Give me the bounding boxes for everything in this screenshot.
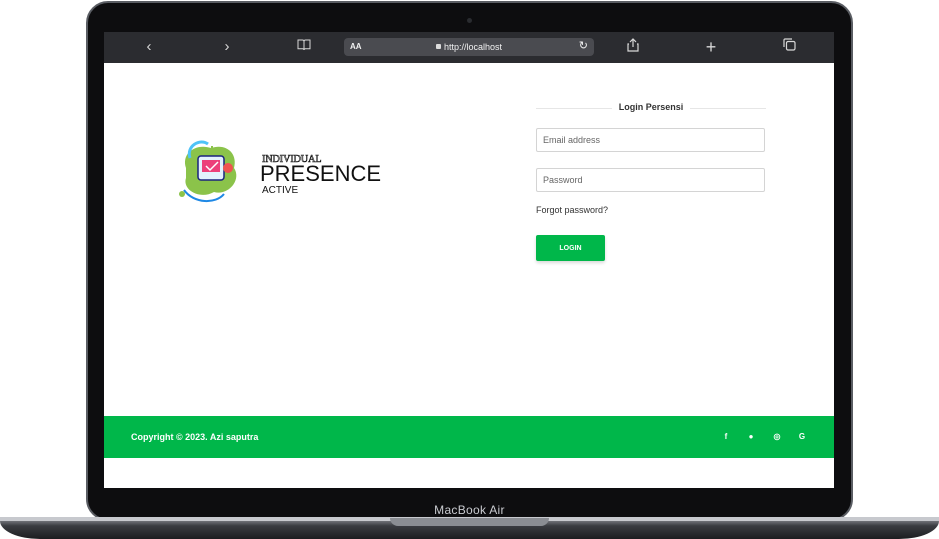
whatsapp-icon[interactable]: ◎: [770, 430, 784, 444]
logo-line-2: PRESENCE: [260, 161, 381, 186]
tabs-icon[interactable]: [781, 38, 797, 56]
laptop-notch: [390, 518, 549, 526]
login-title: Login Persensi: [618, 102, 684, 112]
app-logo: INDIVIDUAL PRESENCE ACTIVE: [176, 138, 396, 208]
chevron-right-icon[interactable]: ›: [220, 38, 234, 56]
github-icon[interactable]: ●: [744, 430, 758, 444]
browser-toolbar: ‹ › AA http://localhost ↻ +: [104, 32, 834, 63]
camera: [467, 18, 472, 23]
email-field[interactable]: [536, 128, 765, 152]
google-icon[interactable]: G: [795, 430, 809, 444]
copyright-text: Copyright © 2023. Azi saputra: [131, 432, 259, 442]
login-heading: Login Persensi: [536, 102, 766, 114]
password-field[interactable]: [536, 168, 765, 192]
forgot-password-link[interactable]: Forgot password?: [536, 205, 608, 215]
logo-line-3: ACTIVE: [262, 185, 298, 196]
page-footer: Copyright © 2023. Azi saputra f ● ◎ G: [104, 416, 834, 458]
url-text: http://localhost: [443, 42, 503, 52]
address-bar[interactable]: AA http://localhost ↻: [344, 38, 594, 56]
login-button[interactable]: LOGIN: [536, 235, 605, 261]
lock-icon: [435, 44, 441, 49]
new-tab-icon[interactable]: +: [703, 38, 719, 56]
facebook-icon[interactable]: f: [719, 430, 733, 444]
device-brand: MacBook Air: [434, 503, 505, 517]
reload-icon[interactable]: ↻: [579, 39, 588, 52]
bookmarks-icon[interactable]: [295, 38, 313, 56]
browser-screen: ‹ › AA http://localhost ↻ + INDIVIDUAL P…: [104, 32, 834, 488]
chevron-left-icon[interactable]: ‹: [142, 38, 156, 56]
share-icon[interactable]: [626, 38, 640, 56]
